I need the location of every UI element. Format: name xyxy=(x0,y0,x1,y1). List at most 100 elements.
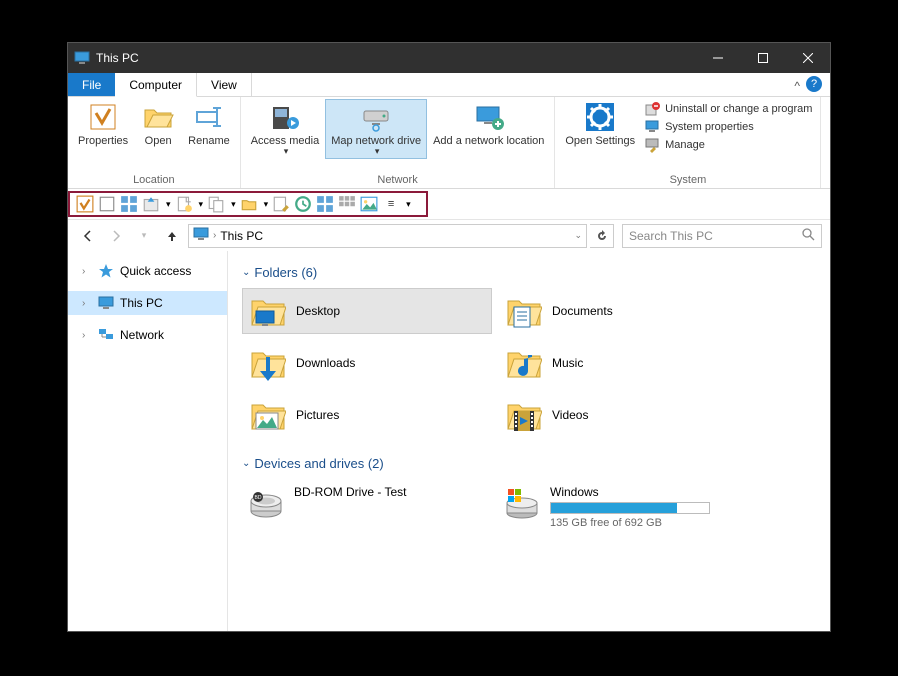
sidebar-item-network[interactable]: › Network xyxy=(68,323,227,347)
folder-label: Desktop xyxy=(296,304,340,318)
search-icon xyxy=(802,228,815,244)
dropdown-icon[interactable]: ▾ xyxy=(199,199,204,210)
folder-item-downloads[interactable]: Downloads xyxy=(242,340,492,386)
system-properties-button[interactable]: System properties xyxy=(645,119,812,135)
settings-icon xyxy=(584,101,616,133)
map-network-drive-button[interactable]: Map network drive▾ xyxy=(325,99,427,159)
qa-copy-icon[interactable] xyxy=(207,195,225,213)
folder-item-documents[interactable]: Documents xyxy=(498,288,748,334)
titlebar: This PC xyxy=(68,43,830,73)
chevron-down-icon: ⌄ xyxy=(242,458,250,469)
maximize-button[interactable] xyxy=(740,43,785,73)
qa-new-item-icon[interactable] xyxy=(175,195,193,213)
ribbon-group-label-location: Location xyxy=(72,174,236,188)
qa-history-icon[interactable] xyxy=(294,195,312,213)
tab-view[interactable]: View xyxy=(197,73,252,96)
manage-button[interactable]: Manage xyxy=(645,137,812,153)
qa-edit-icon[interactable] xyxy=(272,195,290,213)
open-settings-button[interactable]: Open Settings xyxy=(559,99,641,149)
folders-grid: Desktop Documents DownloadsMusic Pictures Vi… xyxy=(242,288,816,438)
this-pc-icon xyxy=(98,295,114,311)
system-properties-icon xyxy=(645,119,661,135)
file-explorer-window: This PC File Computer View ^ ? Propertie… xyxy=(67,42,831,632)
ribbon-tabs: File Computer View ^ ? xyxy=(68,73,830,97)
folder-icon xyxy=(506,293,542,329)
sidebar-item-quick-access[interactable]: › Quick access xyxy=(68,259,227,283)
drive-space-gauge xyxy=(550,502,710,514)
dropdown-icon[interactable]: ▾ xyxy=(231,199,236,210)
qa-new-window-icon[interactable] xyxy=(98,195,116,213)
qa-panes-icon[interactable] xyxy=(120,195,138,213)
drives-group-header[interactable]: ⌄ Devices and drives (2) xyxy=(242,456,816,471)
help-icon[interactable]: ? xyxy=(806,76,822,92)
access-media-icon xyxy=(269,101,301,133)
folder-item-desktop[interactable]: Desktop xyxy=(242,288,492,334)
dropdown-icon[interactable]: ▾ xyxy=(166,199,171,210)
folder-item-videos[interactable]: Videos xyxy=(498,392,748,438)
open-button[interactable]: Open xyxy=(134,99,182,149)
drive-item-windows[interactable]: Windows 135 GB free of 692 GB xyxy=(498,479,748,535)
drive-item-bd-rom-drive-test[interactable]: BDBD-ROM Drive - Test xyxy=(242,479,492,535)
folder-label: Documents xyxy=(552,304,613,318)
ribbon-collapse-icon[interactable]: ^ xyxy=(794,79,800,93)
folder-item-pictures[interactable]: Pictures xyxy=(242,392,492,438)
manage-icon xyxy=(645,137,661,153)
search-input[interactable]: Search This PC xyxy=(622,224,822,248)
nav-up-button[interactable] xyxy=(160,224,184,248)
folder-label: Pictures xyxy=(296,408,339,422)
qa-navigate-icon[interactable] xyxy=(142,195,160,213)
rename-button[interactable]: Rename xyxy=(182,99,236,149)
qa-open-folder-icon[interactable] xyxy=(240,195,258,213)
refresh-button[interactable] xyxy=(590,224,614,248)
folders-group-header[interactable]: ⌄ Folders (6) xyxy=(242,265,816,280)
star-icon xyxy=(98,263,114,279)
tab-file[interactable]: File xyxy=(68,73,115,96)
folder-item-music[interactable]: Music xyxy=(498,340,748,386)
nav-forward-button[interactable] xyxy=(104,224,128,248)
properties-button[interactable]: Properties xyxy=(72,99,134,149)
folder-label: Videos xyxy=(552,408,588,422)
folder-icon xyxy=(506,397,542,433)
nav-bar: ▾ › This PC ⌄ Search This PC xyxy=(68,219,830,251)
sidebar-item-label: Quick access xyxy=(120,264,191,278)
folder-icon xyxy=(250,345,286,381)
navigation-pane: › Quick access › This PC › Network xyxy=(68,251,228,631)
network-icon xyxy=(98,327,114,343)
folder-icon xyxy=(250,293,286,329)
qa-properties-icon[interactable] xyxy=(76,195,94,213)
ribbon-group-location: Properties Open Rename Location xyxy=(68,97,241,188)
uninstall-icon xyxy=(645,101,661,117)
ribbon-group-system: Open Settings Uninstall or change a prog… xyxy=(555,97,821,188)
sidebar-item-label: This PC xyxy=(120,296,163,310)
dropdown-icon[interactable]: ▾ xyxy=(264,199,269,210)
content-pane: ⌄ Folders (6) Desktop Documents DownloadsM… xyxy=(228,251,830,631)
qa-customize-icon[interactable]: ≡ xyxy=(382,195,400,213)
close-button[interactable] xyxy=(785,43,830,73)
chevron-down-icon[interactable]: ⌄ xyxy=(574,230,582,241)
drives-grid: BDBD-ROM Drive - Test Windows 135 GB free … xyxy=(242,479,816,535)
breadcrumb[interactable]: › This PC ⌄ xyxy=(188,224,587,248)
tab-computer[interactable]: Computer xyxy=(115,73,197,97)
drive-icon: BD xyxy=(248,485,284,521)
drive-label: Windows xyxy=(550,485,742,499)
breadcrumb-segment[interactable]: This PC xyxy=(220,229,263,243)
dropdown-icon: ▾ xyxy=(375,147,380,157)
access-media-button[interactable]: Access media▾ xyxy=(245,99,325,159)
qa-large-icons-icon[interactable] xyxy=(316,195,334,213)
minimize-button[interactable] xyxy=(695,43,740,73)
this-pc-icon xyxy=(193,226,209,245)
qa-picture-icon[interactable] xyxy=(360,195,378,213)
chevron-right-icon: › xyxy=(82,330,92,341)
dropdown-icon: ▾ xyxy=(284,147,289,157)
add-network-location-icon xyxy=(473,101,505,133)
sidebar-item-this-pc[interactable]: › This PC xyxy=(68,291,227,315)
dropdown-icon[interactable]: ▾ xyxy=(406,199,411,210)
add-network-location-button[interactable]: Add a network location xyxy=(427,99,550,149)
qa-small-icons-icon[interactable] xyxy=(338,195,356,213)
window-controls xyxy=(695,43,830,73)
drive-free-space: 135 GB free of 692 GB xyxy=(550,517,742,529)
uninstall-program-button[interactable]: Uninstall or change a program xyxy=(645,101,812,117)
nav-recent-dropdown[interactable]: ▾ xyxy=(132,224,156,248)
sidebar-item-label: Network xyxy=(120,328,164,342)
nav-back-button[interactable] xyxy=(76,224,100,248)
